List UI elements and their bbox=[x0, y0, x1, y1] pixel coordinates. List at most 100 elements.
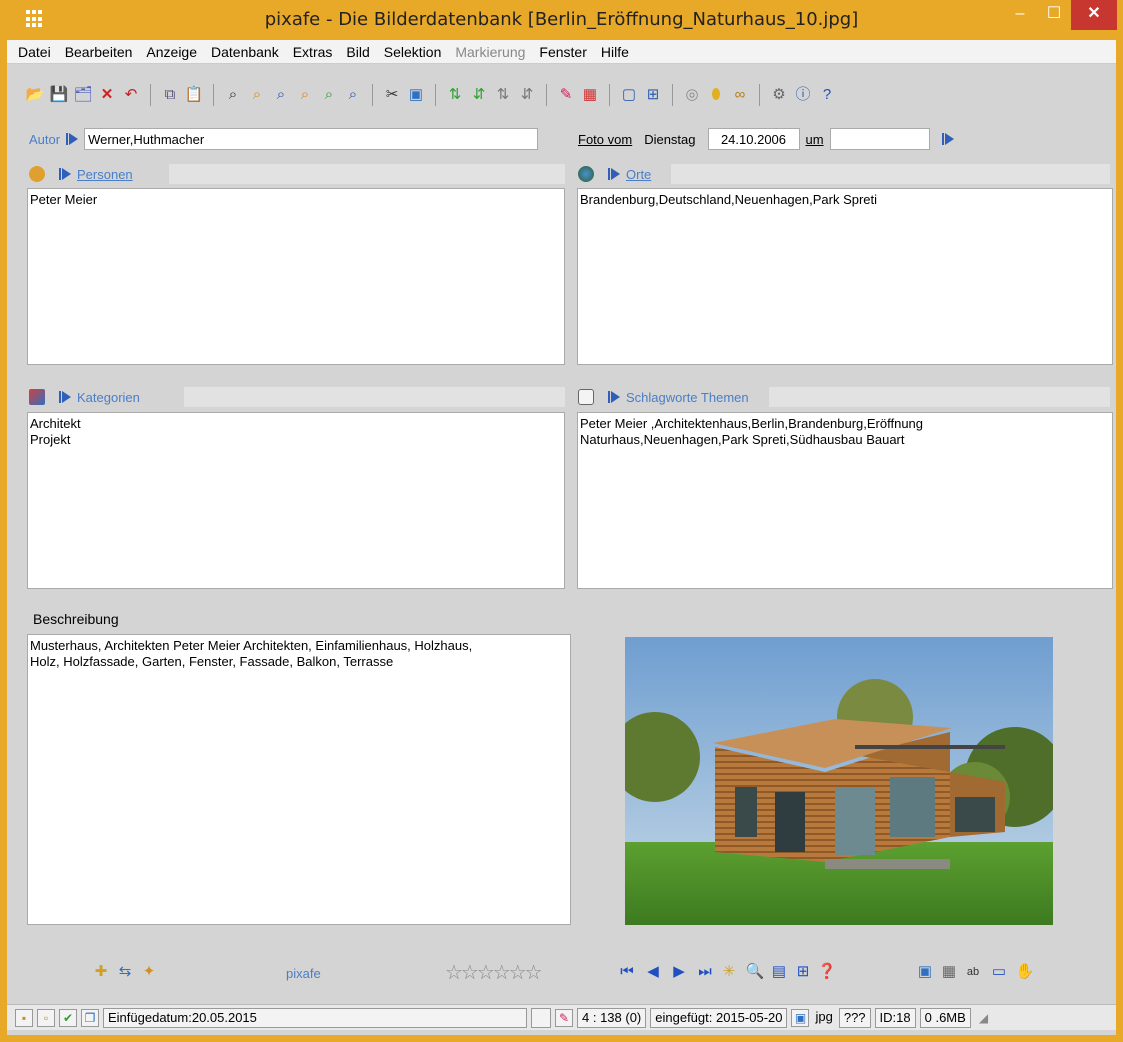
menu-datei[interactable]: Datei bbox=[11, 40, 58, 64]
menu-fenster[interactable]: Fenster bbox=[532, 40, 593, 64]
sort-asc-icon[interactable]: ⇅ bbox=[445, 85, 465, 105]
orte-filter[interactable] bbox=[671, 164, 1110, 184]
last-icon[interactable]: ⏭ bbox=[695, 962, 715, 982]
new-icon[interactable]: ✳ bbox=[719, 962, 739, 982]
schlagworte-header: Schlagworte Themen bbox=[578, 387, 1110, 407]
menu-selektion[interactable]: Selektion bbox=[377, 40, 449, 64]
save-icon[interactable]: 💾 bbox=[49, 85, 69, 105]
status-folder-icon[interactable]: ▪ bbox=[15, 1008, 33, 1027]
kategorien-arrow-icon[interactable] bbox=[59, 391, 71, 403]
frame-icon[interactable]: ▢ bbox=[619, 85, 639, 105]
menu-hilfe[interactable]: Hilfe bbox=[594, 40, 636, 64]
image-edit-icon[interactable]: ▣ bbox=[406, 85, 426, 105]
undo-icon[interactable]: ↶ bbox=[121, 85, 141, 105]
delete-icon[interactable]: ✕ bbox=[97, 85, 117, 105]
prev-icon[interactable]: ◀ bbox=[643, 962, 663, 982]
notes-icon[interactable]: ▭ bbox=[989, 962, 1009, 982]
resize-grip-icon[interactable]: ◢ bbox=[979, 1011, 988, 1025]
eingefuegt-status: eingefügt: 2015-05-20 bbox=[650, 1007, 788, 1028]
copy-icon[interactable]: ⧉ bbox=[160, 85, 180, 105]
sort-desc-gray-icon[interactable]: ⇵ bbox=[517, 85, 537, 105]
foto-date-input[interactable] bbox=[707, 128, 800, 150]
personen-label[interactable]: Personen bbox=[77, 167, 133, 182]
rating-stars[interactable]: ☆☆☆☆☆☆ bbox=[445, 960, 543, 985]
find-replace-icon[interactable]: ⌕ bbox=[343, 85, 363, 105]
filmstrip-icon[interactable]: ▦ bbox=[939, 962, 959, 982]
personen-textarea[interactable]: Peter Meier bbox=[27, 188, 565, 365]
menu-bild[interactable]: Bild bbox=[339, 40, 376, 64]
globe-icon bbox=[578, 166, 594, 182]
cd-icon[interactable]: ◎ bbox=[682, 85, 702, 105]
schlagworte-label[interactable]: Schlagworte Themen bbox=[626, 390, 749, 405]
sort-asc-gray-icon[interactable]: ⇅ bbox=[493, 85, 513, 105]
open-folder-icon[interactable]: 📂 bbox=[25, 85, 45, 105]
foto-vom-label: Foto vom bbox=[578, 131, 633, 147]
kategorien-filter[interactable] bbox=[183, 387, 565, 407]
photo-preview[interactable] bbox=[625, 637, 1053, 925]
orte-label[interactable]: Orte bbox=[626, 167, 651, 182]
mark-icon[interactable]: ✎ bbox=[556, 85, 576, 105]
autor-label[interactable]: Autor bbox=[29, 132, 60, 147]
foto-arrow-icon[interactable] bbox=[941, 133, 954, 145]
sort-desc-icon[interactable]: ⇵ bbox=[469, 85, 489, 105]
kategorien-textarea[interactable]: Architekt Projekt bbox=[27, 412, 565, 589]
autor-input[interactable] bbox=[84, 128, 539, 150]
image-info-icon[interactable]: ▣ bbox=[915, 962, 935, 982]
bottom-bar: ✚ ⇆ ✦ pixafe ☆☆☆☆☆☆ ⏮ ◀ ▶ ⏭ ✳ 🔍 ▤ ⊞ ❓ ▣ … bbox=[7, 952, 1116, 992]
help-circle-icon[interactable]: ❓ bbox=[817, 962, 837, 982]
spellcheck-icon[interactable]: ✂ bbox=[382, 85, 402, 105]
help-icon[interactable]: ? bbox=[817, 85, 837, 105]
spell-icon[interactable]: ab bbox=[963, 962, 983, 982]
foto-time-input[interactable] bbox=[829, 128, 930, 150]
database-icon[interactable]: ⬮ bbox=[706, 85, 726, 105]
find-orange-icon[interactable]: ⌕ bbox=[295, 85, 315, 105]
magic-wand-icon[interactable]: ✦ bbox=[139, 962, 159, 982]
schlagworte-arrow-icon[interactable] bbox=[608, 391, 620, 403]
menu-datenbank[interactable]: Datenbank bbox=[204, 40, 286, 64]
find-green-icon[interactable]: ⌕ bbox=[319, 85, 339, 105]
beschreibung-textarea[interactable]: Musterhaus, Architekten Peter Meier Arch… bbox=[27, 634, 571, 925]
hand-icon[interactable]: ✋ bbox=[1015, 962, 1035, 982]
find-icon[interactable]: ⌕ bbox=[223, 85, 243, 105]
autor-arrow-icon[interactable] bbox=[66, 133, 79, 145]
link-icon[interactable]: ∞ bbox=[730, 85, 750, 105]
einfuegedatum-status: Einfügedatum:20.05.2015 bbox=[103, 1007, 527, 1028]
foto-row: Foto vom Dienstag um bbox=[578, 128, 954, 150]
personen-arrow-icon[interactable] bbox=[59, 168, 71, 180]
person-icon bbox=[29, 166, 45, 182]
status-edit-icon[interactable]: ✎ bbox=[555, 1008, 573, 1027]
grid-view-icon[interactable]: ⊞ bbox=[793, 962, 813, 982]
zoom-icon[interactable]: 🔍 bbox=[745, 962, 765, 982]
title-bar[interactable]: pixafe - Die Bilderdatenbank [Berlin_Erö… bbox=[0, 0, 1123, 40]
menu-bearbeiten[interactable]: Bearbeiten bbox=[58, 40, 140, 64]
toolbar-separator bbox=[672, 84, 673, 106]
grid-icon[interactable]: ⊞ bbox=[643, 85, 663, 105]
paste-icon[interactable]: 📋 bbox=[184, 85, 204, 105]
orte-arrow-icon[interactable] bbox=[608, 168, 620, 180]
save-all-icon[interactable]: 🗂 bbox=[73, 85, 93, 105]
personen-filter[interactable] bbox=[168, 164, 565, 184]
close-button[interactable]: ✕ bbox=[1071, 0, 1117, 30]
find-next-icon[interactable]: ⌕ bbox=[247, 85, 267, 105]
kategorien-label[interactable]: Kategorien bbox=[77, 390, 140, 405]
status-windows-icon[interactable]: ❐ bbox=[81, 1008, 99, 1027]
menu-anzeige[interactable]: Anzeige bbox=[139, 40, 204, 64]
export-icon[interactable]: ▦ bbox=[580, 85, 600, 105]
menu-extras[interactable]: Extras bbox=[286, 40, 340, 64]
next-icon[interactable]: ▶ bbox=[669, 962, 689, 982]
schlagworte-filter[interactable] bbox=[768, 387, 1110, 407]
single-view-icon[interactable]: ▤ bbox=[769, 962, 789, 982]
info-icon[interactable]: ⓘ bbox=[793, 85, 813, 105]
swap-icon[interactable]: ⇆ bbox=[115, 962, 135, 982]
schlagworte-textarea[interactable]: Peter Meier ,Architektenhaus,Berlin,Bran… bbox=[577, 412, 1113, 589]
find-blue-icon[interactable]: ⌕ bbox=[271, 85, 291, 105]
orte-textarea[interactable]: Brandenburg,Deutschland,Neuenhagen,Park … bbox=[577, 188, 1113, 365]
first-icon[interactable]: ⏮ bbox=[617, 962, 637, 982]
add-image-icon[interactable]: ✚ bbox=[91, 962, 111, 982]
status-open-icon[interactable]: ▫ bbox=[37, 1008, 55, 1027]
maximize-button[interactable]: ☐ bbox=[1037, 0, 1071, 30]
settings-icon[interactable]: ⚙ bbox=[769, 85, 789, 105]
um-label: um bbox=[805, 131, 824, 147]
status-shield-icon[interactable]: ✔ bbox=[59, 1008, 77, 1027]
minimize-button[interactable]: – bbox=[1003, 0, 1037, 30]
